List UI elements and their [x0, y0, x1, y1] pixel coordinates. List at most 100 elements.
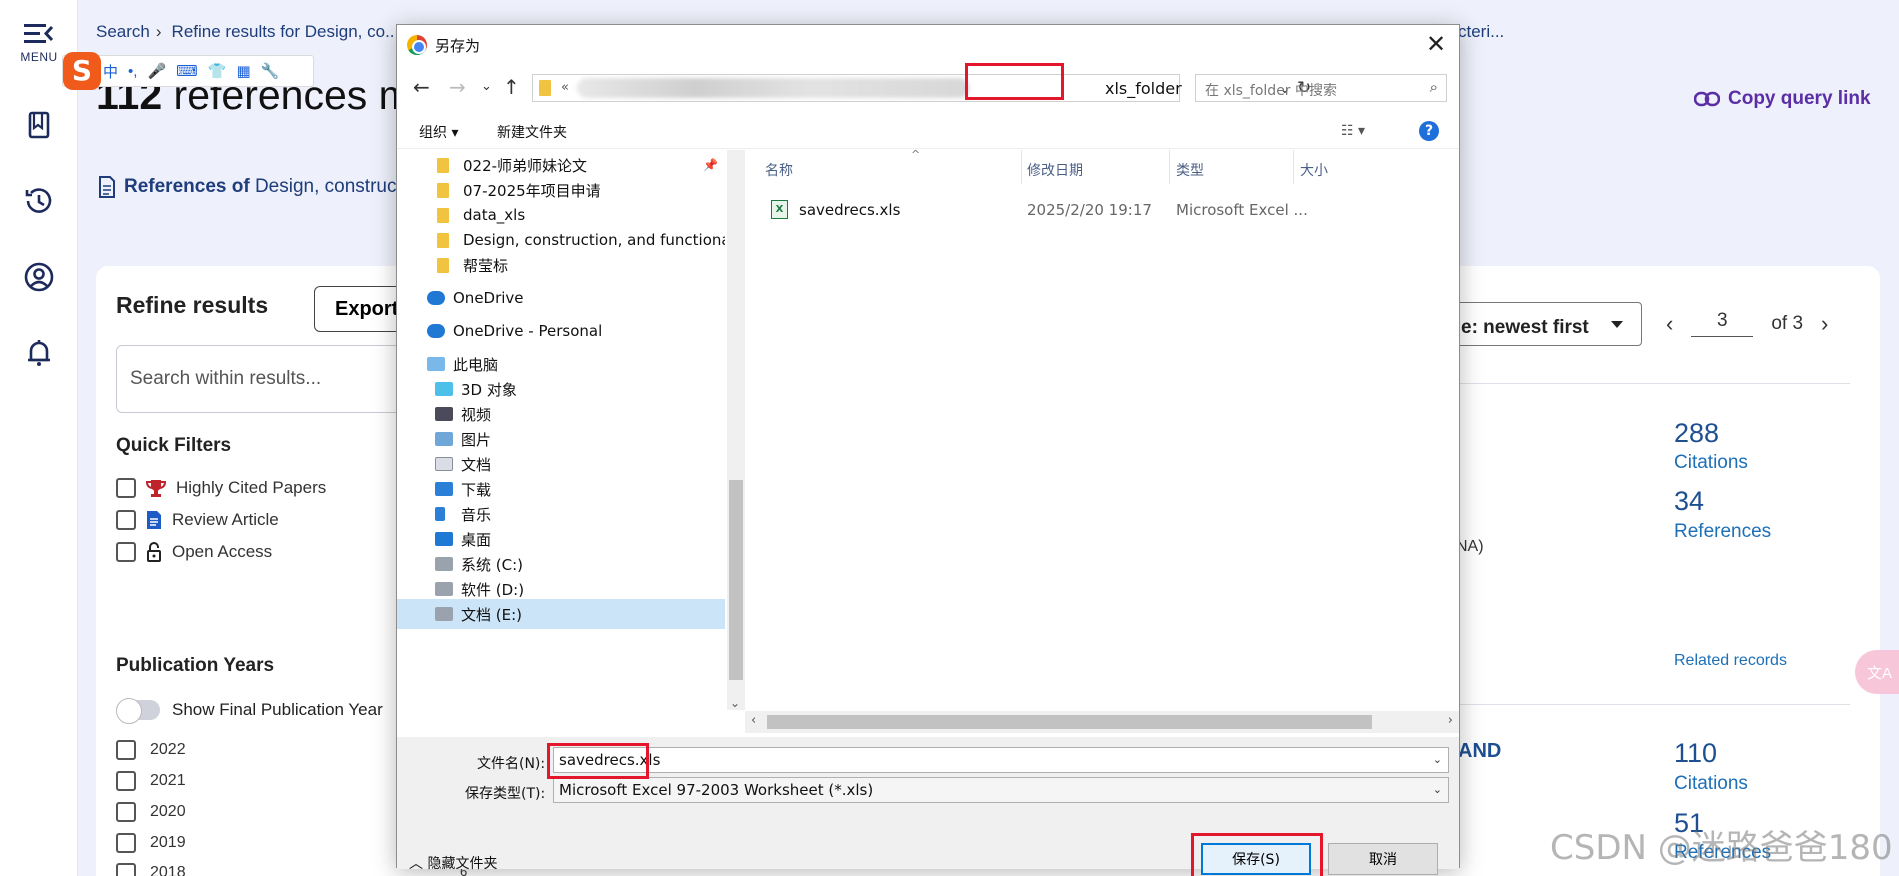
copy-query-link[interactable]: Copy query link: [1694, 88, 1871, 110]
document-icon: [147, 511, 161, 529]
help-icon[interactable]: ?: [1419, 121, 1439, 141]
references-label[interactable]: References: [1674, 521, 1771, 543]
column-separator[interactable]: [1293, 150, 1294, 184]
breadcrumb-refine[interactable]: Refine results for Design, co...: [172, 22, 400, 41]
ime-keyboard-icon[interactable]: ⌨: [176, 62, 198, 80]
prev-page-icon[interactable]: ‹: [1666, 311, 1673, 337]
address-bar[interactable]: « xls_folder ⌄ ↻: [532, 74, 1311, 102]
checkbox[interactable]: [116, 478, 136, 498]
search-icon[interactable]: ⌕: [1430, 78, 1438, 96]
citations-count[interactable]: 288: [1674, 418, 1719, 449]
tree-item-label: 桌面: [461, 530, 492, 549]
year-2019[interactable]: 2019: [116, 833, 186, 853]
chevron-down-icon[interactable]: ⌄: [1433, 753, 1442, 766]
history-icon[interactable]: [22, 184, 56, 218]
references-count[interactable]: 34: [1674, 486, 1704, 517]
pin-icon[interactable]: 📌: [703, 158, 718, 172]
column-separator[interactable]: [1021, 150, 1022, 184]
related-records-link[interactable]: Related records: [1674, 652, 1787, 670]
recent-dropdown-icon[interactable]: ⌄: [481, 79, 492, 94]
column-modified[interactable]: 修改日期: [1027, 160, 1083, 180]
folder-icon: [437, 207, 449, 223]
ime-chinese-mode[interactable]: 中: [103, 61, 118, 82]
checkbox[interactable]: [116, 740, 136, 760]
filetype-select[interactable]: Microsoft Excel 97-2003 Worksheet (*.xls…: [553, 777, 1449, 803]
citations-count[interactable]: 110: [1674, 738, 1717, 769]
filter-highly-cited[interactable]: Highly Cited Papers: [116, 478, 326, 498]
chevron-down-icon[interactable]: ⌄: [1433, 783, 1442, 796]
year-label: 2022: [150, 741, 186, 758]
final-year-toggle[interactable]: [116, 698, 160, 724]
organize-menu[interactable]: 组织 ▾: [419, 122, 458, 142]
column-name[interactable]: 名称: [765, 160, 793, 180]
up-icon[interactable]: ↑: [503, 75, 520, 99]
file-list-hscroll[interactable]: ‹ ›: [745, 711, 1459, 733]
final-year-toggle-row[interactable]: Show Final Publication Year: [116, 698, 383, 724]
result-title-fragment[interactable]: AND: [1458, 740, 1501, 763]
bell-icon[interactable]: [22, 336, 56, 370]
ime-tools-icon[interactable]: 🔧: [261, 62, 280, 80]
tree-item-label: 文档: [461, 455, 492, 474]
ime-punctuation-icon[interactable]: •,: [128, 63, 137, 80]
ime-apps-icon[interactable]: ▦: [236, 62, 250, 80]
breadcrumb-tail[interactable]: cteri...: [1458, 22, 1504, 42]
file-row[interactable]: X savedrecs.xls 2025/2/20 19:17 Microsof…: [745, 196, 1459, 224]
column-size[interactable]: 大小: [1300, 160, 1328, 180]
view-options-icon[interactable]: ☷ ▾: [1341, 123, 1365, 139]
checkbox[interactable]: [116, 833, 136, 853]
tree-item[interactable]: 帮莹标: [397, 250, 725, 280]
tree-item[interactable]: OneDrive - Personal: [397, 316, 725, 346]
breadcrumb-search[interactable]: Search: [96, 22, 150, 41]
new-folder-button[interactable]: 新建文件夹: [497, 122, 567, 142]
year-2022[interactable]: 2022: [116, 740, 186, 760]
citations-label[interactable]: Citations: [1674, 452, 1748, 474]
filter-review-article[interactable]: Review Article: [116, 510, 279, 530]
watermark: CSDN @迷路爸爸180: [1550, 828, 1893, 868]
scrollbar-thumb[interactable]: [729, 480, 743, 680]
scroll-down-icon[interactable]: ⌄: [730, 696, 740, 710]
cancel-button[interactable]: 取消: [1328, 843, 1438, 875]
year-label: 2019: [150, 834, 186, 851]
tree-scrollbar[interactable]: ⌄: [727, 150, 745, 710]
close-icon[interactable]: ✕: [1423, 31, 1449, 57]
filter-open-access[interactable]: Open Access: [116, 542, 272, 562]
export-button[interactable]: Export: [314, 286, 406, 332]
tree-item-selected[interactable]: 文档 (E:): [397, 599, 725, 629]
ime-skin-icon[interactable]: 👕: [208, 62, 227, 80]
citations-label[interactable]: Citations: [1674, 773, 1748, 795]
filter-label: Review Article: [172, 510, 279, 529]
tree-item[interactable]: OneDrive: [397, 283, 725, 313]
scroll-right-icon[interactable]: ›: [1448, 713, 1453, 728]
folder-search-input[interactable]: 在 xls_folder 中搜索 ⌕: [1195, 74, 1447, 102]
checkbox[interactable]: [116, 863, 136, 876]
checkbox[interactable]: [116, 542, 136, 562]
year-2021[interactable]: 2021: [116, 771, 186, 791]
file-modified: 2025/2/20 19:17: [1027, 201, 1152, 219]
translate-bubble[interactable]: 文A: [1855, 650, 1899, 694]
next-page-icon[interactable]: ›: [1821, 311, 1828, 337]
back-icon[interactable]: ←: [413, 75, 430, 99]
checkbox[interactable]: [116, 510, 136, 530]
column-type[interactable]: 类型: [1176, 160, 1204, 180]
dialog-titlebar[interactable]: 另存为: [397, 25, 1459, 65]
hide-folders-toggle[interactable]: ︿ 隐藏文件夹: [409, 853, 497, 873]
page-input[interactable]: 3: [1691, 310, 1754, 337]
ime-voice-icon[interactable]: 🎤: [147, 62, 166, 80]
scroll-left-icon[interactable]: ‹: [751, 713, 756, 728]
search-within-input[interactable]: Search within results...: [116, 345, 406, 413]
sogou-logo-icon[interactable]: S: [63, 52, 101, 90]
checkbox[interactable]: [116, 802, 136, 822]
address-current-folder[interactable]: xls_folder: [1105, 79, 1182, 98]
column-separator[interactable]: [1169, 150, 1170, 184]
year-2020[interactable]: 2020: [116, 802, 186, 822]
scrollbar-thumb[interactable]: [767, 715, 1372, 729]
forward-icon[interactable]: →: [449, 75, 466, 99]
checkbox[interactable]: [116, 771, 136, 791]
year-2018[interactable]: 2018: [116, 863, 186, 876]
bookmark-icon[interactable]: [22, 108, 56, 142]
filename-input[interactable]: savedrecs.xls ⌄: [553, 747, 1449, 773]
tree-item-label: OneDrive - Personal: [453, 322, 603, 340]
references-of-line[interactable]: References of Design, constructi: [98, 176, 406, 198]
menu-button[interactable]: MENU: [16, 22, 62, 64]
user-icon[interactable]: [22, 260, 56, 294]
